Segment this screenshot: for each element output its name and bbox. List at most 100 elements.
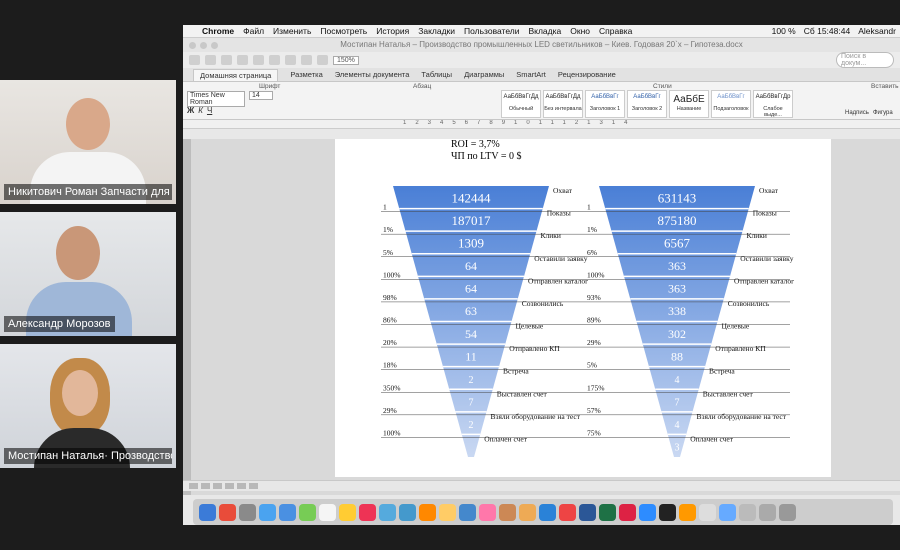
trash-icon[interactable] [779,503,796,521]
zoom-select[interactable]: 150% [333,55,359,65]
minimize-icon[interactable] [200,42,207,49]
close-icon[interactable] [189,42,196,49]
photos-icon[interactable] [379,503,396,521]
bold-button[interactable]: Ж [187,106,194,115]
style-subtitle[interactable]: АаБбВвГг Подзаголовок [711,90,751,118]
menu-users[interactable]: Пользователи [464,26,519,36]
tab-review[interactable]: Рецензирование [558,70,616,79]
view-publish-icon[interactable] [237,483,246,489]
shape-label[interactable]: Фигура [873,110,893,116]
style-preview: АаБбВвГг [717,94,745,100]
font-size-select[interactable]: 14 [249,91,273,100]
vlc-icon[interactable] [419,503,436,521]
battery-status[interactable]: 100 % [772,26,796,36]
video-tile-3[interactable]: Мостипан Наталья· Прозводство ... [0,344,176,468]
redo-icon[interactable] [317,55,328,65]
appstore-icon[interactable] [399,503,416,521]
settings-icon[interactable] [679,503,696,521]
menu-chrome[interactable]: Chrome [202,26,234,36]
tab-document-elements[interactable]: Элементы документа [335,70,410,79]
contacts-icon[interactable] [299,503,316,521]
right-funnel-stage-value: 6567 [664,235,691,250]
left-funnel-conversion-rate: 5% [383,248,393,257]
downloads-icon[interactable] [699,503,716,521]
undo-icon[interactable] [301,55,312,65]
right-funnel-stage-label: Созвонились [728,299,770,308]
italic-button[interactable]: К [198,106,203,115]
pages-icon[interactable] [519,503,536,521]
cut-icon[interactable] [253,55,264,65]
tab-smartart[interactable]: SmartArt [516,70,546,79]
word-icon[interactable] [579,503,596,521]
tab-layout[interactable]: Разметка [290,70,322,79]
clock[interactable]: Сб 15:48:44 [804,26,850,36]
view-focus-icon[interactable] [249,483,258,489]
participant-head [62,370,98,416]
print-icon[interactable] [237,55,248,65]
view-notebook-icon[interactable] [225,483,234,489]
style-no-spacing[interactable]: АаБбВвГгДд Без интервала [543,90,583,118]
notes-icon[interactable] [339,503,356,521]
style-heading-2[interactable]: АаБбВвГг Заголовок 2 [627,90,667,118]
underline-button[interactable]: Ч [207,106,212,115]
menu-tab[interactable]: Вкладка [528,26,561,36]
save-icon[interactable] [221,55,232,65]
video-tile-1[interactable]: Никитович Роман Запчасти для ре... [0,80,176,204]
copy-icon[interactable] [269,55,280,65]
view-layout-icon[interactable] [213,483,222,489]
launchpad-icon[interactable] [239,503,256,521]
user-name[interactable]: Aleksandr [858,26,896,36]
left-funnel-stage-label: Оставили заявку [534,254,587,263]
chrome-icon[interactable] [219,503,236,521]
menu-bookmarks[interactable]: Закладки [418,26,455,36]
music-icon[interactable] [439,503,456,521]
doc-thumb-icon[interactable] [759,503,776,521]
zoom-icon[interactable] [211,42,218,49]
paste-icon[interactable] [285,55,296,65]
itunes-icon[interactable] [459,503,476,521]
podcast-icon[interactable] [479,503,496,521]
menu-history[interactable]: История [376,26,409,36]
open-icon[interactable] [205,55,216,65]
view-outline-icon[interactable] [201,483,210,489]
tab-tables[interactable]: Таблицы [421,70,452,79]
right-funnel-stage-label: Встреча [709,367,735,376]
books-icon[interactable] [499,503,516,521]
left-funnel-conversion-rate: 98% [383,293,397,302]
menu-file[interactable]: Файл [243,26,264,36]
left-funnel-stage-label: Показы [547,209,571,218]
style-normal[interactable]: АаБбВвГгДд Обычный [501,90,541,118]
skype-icon[interactable] [539,503,556,521]
finder-icon[interactable] [199,503,216,521]
powerpoint-icon[interactable] [559,503,576,521]
search-input[interactable]: Поиск в докум... [836,52,894,68]
right-funnel-conversion-rate: 89% [587,316,601,325]
left-funnel-stage-value: 2 [469,420,474,431]
safari-icon[interactable] [259,503,276,521]
font-name-select[interactable]: Times New Roman [187,91,245,107]
reminders-icon[interactable] [359,503,376,521]
terminal-icon[interactable] [659,503,676,521]
new-doc-icon[interactable] [189,55,200,65]
zoom-app-icon[interactable] [639,503,656,521]
style-title[interactable]: АаБбЕ Название [669,90,709,118]
style-preview: АаБбВвГгДр [755,94,791,100]
menu-edit[interactable]: Изменить [273,26,311,36]
tab-home[interactable]: Домашняя страница [193,68,279,81]
mail-icon[interactable] [279,503,296,521]
tab-charts[interactable]: Диаграммы [464,70,504,79]
menu-view[interactable]: Посмотреть [320,26,367,36]
menu-window[interactable]: Окно [570,26,590,36]
doc-thumb-icon[interactable] [739,503,756,521]
menu-help[interactable]: Справка [599,26,632,36]
acrobat-icon[interactable] [619,503,636,521]
style-subtle-emphasis[interactable]: АаБбВвГгДр Слабое выде... [753,90,793,118]
folder-icon[interactable] [719,503,736,521]
calendar-icon[interactable] [319,503,336,521]
view-draft-icon[interactable] [189,483,198,489]
textbox-label[interactable]: Надпись [845,110,869,116]
style-heading-1[interactable]: АаБбВвГг Заголовок 1 [585,90,625,118]
excel-icon[interactable] [599,503,616,521]
video-tile-2[interactable]: Александр Морозов [0,212,176,336]
window-titlebar: Мостипан Наталья – Производство промышле… [183,38,900,52]
